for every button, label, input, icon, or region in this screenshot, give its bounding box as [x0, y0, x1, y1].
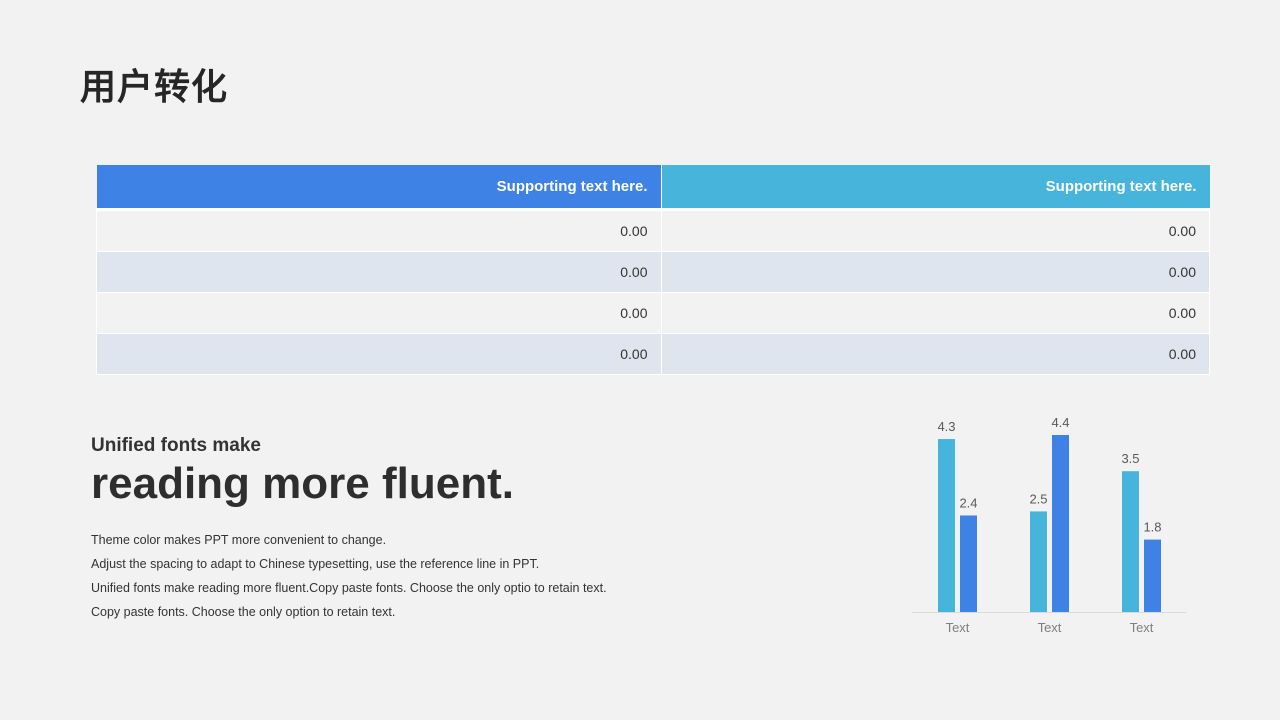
- chart-category-label: Text: [1038, 620, 1062, 635]
- text-block: Unified fonts make reading more fluent. …: [91, 434, 711, 624]
- chart-data-label: 3.5: [1121, 451, 1139, 466]
- page-title: 用户转化: [80, 67, 229, 108]
- chart-bar: [1122, 471, 1139, 612]
- table-header-cell: Supporting text here.: [661, 165, 1210, 211]
- bar-chart-svg: 4.3 2.4 Text 2.5 4.4 Text 3.5 1.8 Text: [912, 415, 1186, 635]
- table-header-cell: Supporting text here.: [96, 165, 662, 211]
- body-text: Theme color makes PPT more convenient to…: [91, 528, 711, 624]
- table-cell: 0.00: [660, 292, 1210, 334]
- bar-chart: 4.3 2.4 Text 2.5 4.4 Text 3.5 1.8 Text: [900, 405, 1200, 650]
- chart-bar: [1030, 511, 1047, 612]
- table-cell: 0.00: [96, 209, 662, 252]
- table-cell: 0.00: [96, 333, 662, 375]
- chart-bar: [938, 439, 955, 612]
- body-line: Adjust the spacing to adapt to Chinese t…: [91, 557, 540, 571]
- body-line: Theme color makes PPT more convenient to…: [91, 533, 387, 547]
- table-cell: 0.00: [96, 292, 662, 334]
- table-row: 0.00 0.00: [96, 333, 1210, 375]
- table-row: 0.00 0.00: [96, 209, 1210, 252]
- chart-data-label: 2.5: [1029, 491, 1047, 506]
- chart-bar: [1144, 539, 1161, 612]
- data-table: Supporting text here. Supporting text he…: [96, 165, 1210, 375]
- subheading: Unified fonts make: [91, 435, 261, 456]
- table-row: 0.00 0.00: [96, 251, 1210, 293]
- chart-bar: [1052, 435, 1069, 612]
- chart-data-label: 4.4: [1051, 415, 1069, 430]
- table-cell: 0.00: [96, 251, 662, 293]
- table-cell: 0.00: [660, 209, 1210, 252]
- body-line: Unified fonts make reading more fluent.C…: [91, 581, 607, 595]
- chart-category-label: Text: [1130, 620, 1154, 635]
- table-cell: 0.00: [660, 333, 1210, 375]
- headline: reading more fluent.: [91, 459, 514, 508]
- table-cell: 0.00: [660, 251, 1210, 293]
- chart-data-label: 2.4: [959, 495, 977, 510]
- table-header-row: Supporting text here. Supporting text he…: [96, 165, 1210, 211]
- chart-category-label: Text: [946, 620, 970, 635]
- chart-data-label: 1.8: [1143, 520, 1161, 535]
- body-line: Copy paste fonts. Choose the only option…: [91, 605, 396, 619]
- chart-data-label: 4.3: [937, 419, 955, 434]
- chart-bar: [960, 515, 977, 612]
- table-row: 0.00 0.00: [96, 292, 1210, 334]
